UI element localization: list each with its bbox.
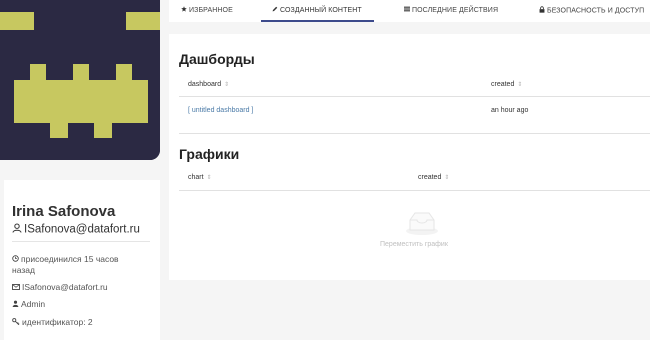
active-tab-indicator bbox=[261, 20, 374, 22]
sort-icon: ⇕ bbox=[444, 175, 450, 181]
dashboards-col-created-label: created bbox=[491, 81, 515, 88]
charts-col-chart[interactable]: chart ⇕ bbox=[188, 174, 212, 181]
user-icon bbox=[12, 223, 22, 236]
dashboards-col-created[interactable]: created ⇕ bbox=[491, 81, 522, 88]
charts-col-created-label: created bbox=[418, 174, 442, 181]
lock-icon bbox=[539, 6, 545, 15]
clock-icon bbox=[12, 254, 19, 265]
tab-favorites-label: ИЗБРАННОЕ bbox=[189, 6, 233, 14]
user-icon bbox=[12, 299, 19, 310]
list-icon bbox=[404, 6, 410, 14]
charts-col-chart-label: chart bbox=[188, 174, 204, 181]
identicon-image bbox=[0, 0, 160, 160]
tab-recent-activity-label: ПОСЛЕДНИЕ ДЕЙСТВИЯ bbox=[412, 6, 499, 14]
profile-name: Irina Safonova bbox=[12, 203, 116, 220]
profile-email-text: ISafonova@datafort.ru bbox=[22, 282, 108, 292]
tab-recent-activity[interactable]: ПОСЛЕДНИЕ ДЕЙСТВИЯ bbox=[404, 6, 498, 14]
created-content-panel: Дашборды dashboard ⇕ created ⇕ [ untitled … bbox=[169, 34, 650, 280]
dashboards-header-divider bbox=[179, 96, 650, 97]
dashboard-created: an hour ago bbox=[491, 107, 529, 114]
sort-icon: ⇕ bbox=[206, 175, 212, 181]
profile-role: Admin bbox=[12, 299, 45, 310]
profile-email-row: ISafonova@datafort.ru bbox=[12, 282, 108, 293]
dashboards-section-divider bbox=[179, 133, 650, 134]
dashboard-link[interactable]: [ untitled dashboard ] bbox=[188, 107, 253, 114]
profile-joined: присоединился 15 часов назад bbox=[12, 254, 140, 276]
tab-security-access[interactable]: БЕЗОПАСНОСТЬ И ДОСТУП bbox=[539, 6, 644, 15]
dashboards-title: Дашборды bbox=[179, 51, 255, 67]
tab-favorites[interactable]: ИЗБРАННОЕ bbox=[181, 6, 233, 14]
charts-empty-text: Переместить график bbox=[380, 241, 448, 248]
star-icon bbox=[181, 6, 187, 14]
profile-id-text: идентификатор: 2 bbox=[22, 317, 93, 327]
pencil-icon bbox=[272, 6, 278, 14]
profile-divider bbox=[12, 241, 150, 242]
profile-card: Irina Safonova ISafonova@datafort.ru при… bbox=[4, 180, 160, 340]
charts-header-divider bbox=[179, 190, 650, 191]
sort-icon: ⇕ bbox=[517, 82, 523, 88]
dashboards-col-dashboard[interactable]: dashboard ⇕ bbox=[188, 81, 229, 88]
profile-login-text: ISafonova@datafort.ru bbox=[24, 223, 140, 236]
tabs-bar: ИЗБРАННОЕ СОЗДАННЫЙ КОНТЕНТ ПОСЛЕДНИЕ ДЕ… bbox=[169, 0, 650, 22]
tab-security-access-label: БЕЗОПАСНОСТЬ И ДОСТУП bbox=[547, 7, 645, 15]
profile-id: идентификатор: 2 bbox=[12, 317, 93, 328]
empty-inbox-icon bbox=[405, 210, 439, 241]
envelope-icon bbox=[12, 282, 20, 293]
tab-created-content-label: СОЗДАННЫЙ КОНТЕНТ bbox=[280, 6, 362, 14]
dashboards-col-dashboard-label: dashboard bbox=[188, 81, 222, 88]
charts-title: Графики bbox=[179, 146, 240, 162]
charts-col-created[interactable]: created ⇕ bbox=[418, 174, 449, 181]
sort-icon: ⇕ bbox=[224, 82, 230, 88]
avatar bbox=[0, 0, 160, 160]
profile-joined-text: присоединился 15 часов назад bbox=[12, 254, 119, 276]
profile-login: ISafonova@datafort.ru bbox=[12, 223, 140, 236]
key-icon bbox=[12, 317, 20, 328]
tab-created-content[interactable]: СОЗДАННЫЙ КОНТЕНТ bbox=[272, 6, 362, 14]
profile-role-text: Admin bbox=[21, 299, 46, 309]
